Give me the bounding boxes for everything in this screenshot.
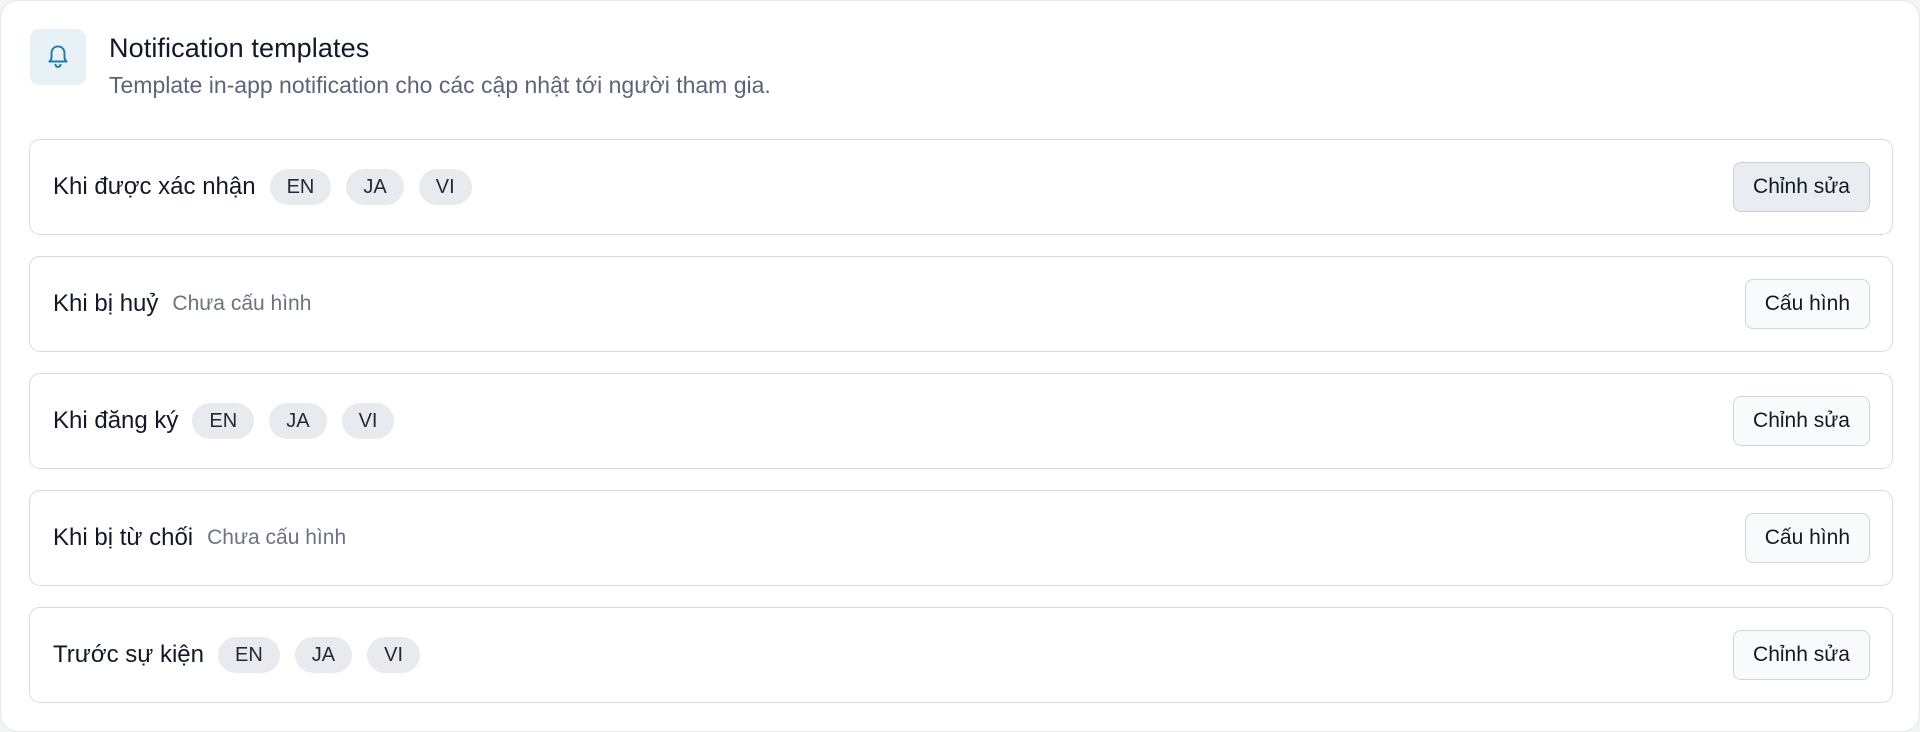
template-status: Chưa cấu hình (172, 292, 312, 315)
section-title: Notification templates (109, 33, 370, 63)
template-row: Khi bị từ chối Chưa cấu hình Cấu hình (29, 490, 1893, 586)
language-tags: EN JA VI (218, 637, 435, 673)
language-tags: EN JA VI (192, 403, 409, 439)
section-subtitle: Template in-app notification cho các cập… (109, 72, 771, 98)
template-name: Khi đăng ký (53, 407, 179, 434)
language-tag: VI (367, 637, 421, 673)
language-tag: JA (294, 637, 353, 673)
configure-template-button[interactable]: Cấu hình (1744, 279, 1870, 329)
language-tag: VI (341, 403, 395, 439)
language-tag: JA (346, 169, 404, 205)
template-row: Khi được xác nhận EN JA VI Chỉnh sửa (29, 139, 1893, 235)
language-tag: EN (218, 637, 280, 673)
edit-template-button[interactable]: Chỉnh sửa (1733, 630, 1870, 680)
section-header: Notification templates Template in-app n… (30, 29, 771, 102)
template-name: Khi bị từ chối (53, 524, 194, 551)
edit-template-button[interactable]: Chỉnh sửa (1733, 162, 1870, 212)
bell-icon (48, 45, 68, 68)
notification-templates-card: Notification templates Template in-app n… (0, 0, 1920, 732)
language-tag: JA (269, 403, 327, 439)
template-row: Khi đăng ký EN JA VI Chỉnh sửa (29, 373, 1893, 469)
language-tags: EN JA VI (269, 169, 487, 205)
edit-template-button[interactable]: Chỉnh sửa (1733, 396, 1870, 446)
template-name: Khi bị huỷ (53, 290, 159, 317)
template-row: Khi bị huỷ Chưa cấu hình Cấu hình (29, 256, 1893, 352)
language-tag: EN (269, 169, 332, 205)
bell-icon-container (30, 29, 86, 85)
language-tag: EN (192, 403, 255, 439)
configure-template-button[interactable]: Cấu hình (1744, 513, 1870, 563)
template-name: Trước sự kiện (53, 641, 204, 668)
template-row: Trước sự kiện EN JA VI Chỉnh sửa (29, 607, 1893, 703)
template-list: Khi được xác nhận EN JA VI Chỉnh sửa Khi bị h… (29, 139, 1893, 724)
language-tag: VI (418, 169, 472, 205)
template-name: Khi được xác nhận (53, 173, 256, 200)
template-status: Chưa cấu hình (207, 526, 347, 549)
